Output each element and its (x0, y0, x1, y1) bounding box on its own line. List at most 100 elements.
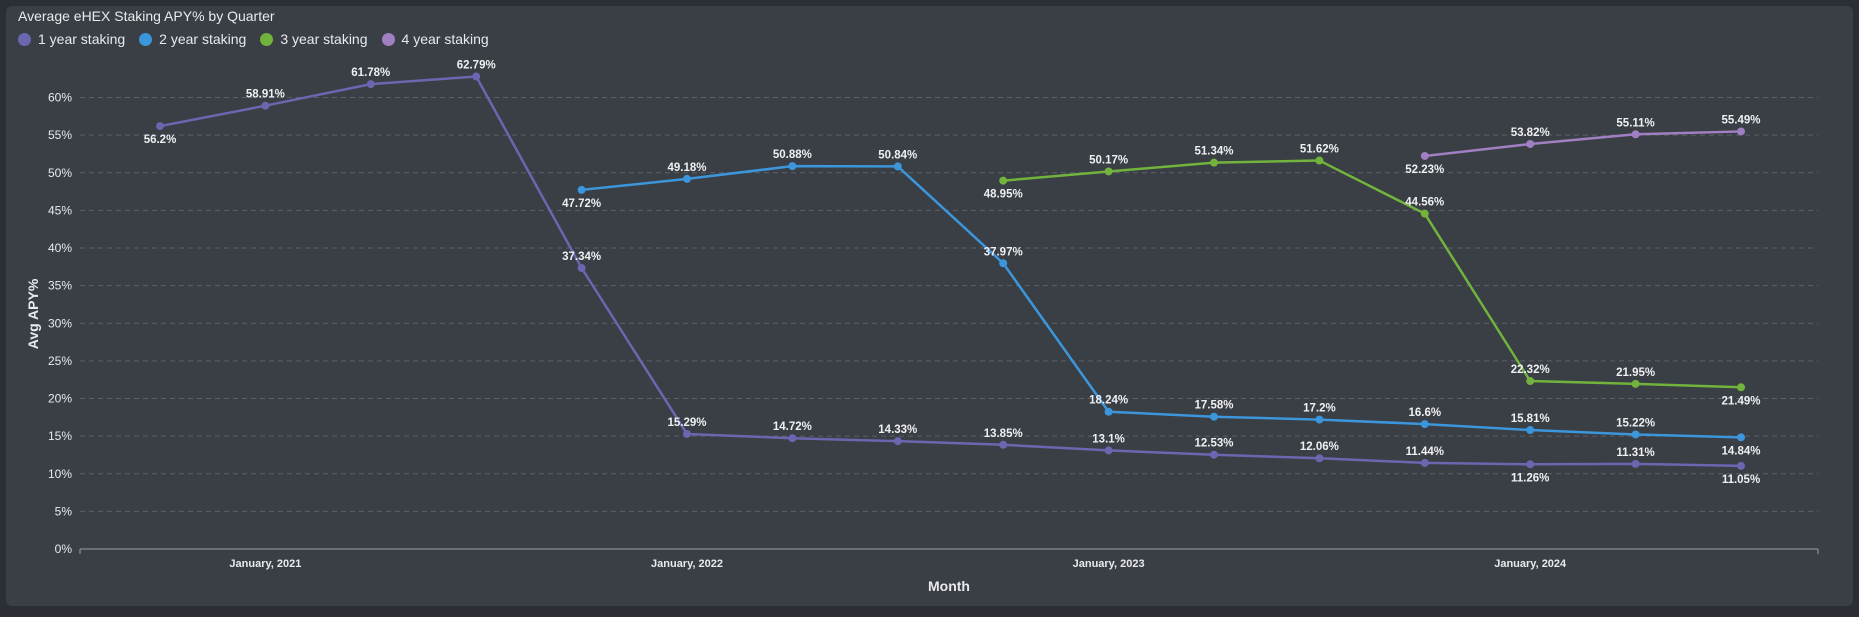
data-label: 11.26% (1511, 472, 1549, 484)
data-label: 17.2% (1303, 403, 1336, 415)
data-label: 50.17% (1089, 154, 1128, 166)
y-tick-label: 20% (48, 392, 72, 406)
data-label: 61.78% (351, 67, 390, 79)
data-point (1210, 158, 1218, 167)
data-point (1420, 420, 1429, 429)
data-label: 56.2% (144, 134, 177, 146)
data-label: 37.34% (562, 251, 601, 263)
data-point (999, 440, 1008, 449)
data-label: 15.29% (667, 417, 706, 429)
data-point (1315, 454, 1324, 463)
x-tick-label: January, 2024 (1494, 558, 1567, 570)
data-label: 55.11% (1616, 117, 1654, 129)
data-point (1526, 377, 1535, 386)
y-tick-label: 0% (55, 542, 73, 556)
data-label: 44.56% (1405, 197, 1444, 209)
data-point (683, 429, 691, 438)
series-line-2 (581, 164, 1742, 439)
data-point (366, 80, 375, 89)
data-label: 13.1% (1092, 433, 1125, 445)
data-point (1210, 450, 1218, 459)
data-label: 37.97% (984, 246, 1023, 258)
x-axis-title: Month (928, 578, 970, 594)
y-tick-label: 25% (48, 354, 72, 368)
data-point (788, 434, 797, 443)
data-point (472, 72, 481, 81)
data-point (1315, 156, 1324, 165)
y-tick-label: 5% (55, 504, 73, 518)
data-point (1737, 383, 1745, 392)
y-tick-label: 55% (48, 128, 72, 142)
data-point (1104, 407, 1113, 416)
data-point (893, 437, 902, 446)
y-tick-label: 30% (48, 316, 72, 330)
data-label: 12.06% (1300, 441, 1339, 453)
data-label: 50.88% (773, 149, 812, 161)
y-tick-label: 50% (48, 166, 72, 180)
data-point (577, 264, 586, 273)
data-label: 51.34% (1194, 146, 1233, 158)
data-point (577, 185, 586, 194)
data-label: 17.58% (1194, 400, 1233, 412)
data-label: 11.05% (1722, 474, 1760, 486)
data-point (999, 176, 1008, 185)
data-point (1420, 151, 1429, 160)
data-point (893, 162, 902, 171)
series-line-3 (1003, 159, 1742, 389)
data-label: 22.32% (1511, 364, 1550, 376)
data-point (156, 122, 164, 131)
data-point (1631, 130, 1640, 139)
x-tick-label: January, 2023 (1073, 558, 1145, 570)
data-label: 55.49% (1721, 114, 1760, 126)
data-point (1526, 460, 1535, 469)
data-point (788, 162, 797, 171)
data-point (261, 101, 270, 110)
data-label: 18.24% (1089, 395, 1128, 407)
data-label: 58.91% (246, 89, 285, 101)
data-point (999, 259, 1008, 268)
data-label: 21.49% (1721, 395, 1760, 407)
data-point (1315, 415, 1324, 424)
y-tick-label: 15% (48, 429, 72, 443)
data-point (1420, 458, 1429, 467)
y-axis-title: Avg APY% (25, 278, 41, 349)
data-label: 48.95% (984, 189, 1023, 201)
y-tick-label: 35% (48, 279, 72, 293)
data-label: 14.33% (878, 424, 917, 436)
data-point (1631, 379, 1640, 388)
data-label: 11.44% (1406, 446, 1444, 458)
data-point (1526, 426, 1535, 435)
data-point (1737, 433, 1745, 442)
data-label: 47.72% (562, 198, 601, 210)
data-label: 11.31% (1616, 447, 1654, 459)
data-label: 14.72% (773, 421, 812, 433)
y-tick-label: 45% (48, 203, 72, 217)
data-label: 49.18% (667, 162, 706, 174)
data-point (1737, 461, 1745, 470)
data-label: 62.79% (457, 60, 496, 72)
data-label: 51.62% (1300, 144, 1339, 156)
data-point (1210, 412, 1218, 421)
data-label: 16.6% (1408, 407, 1441, 419)
data-point (1526, 140, 1535, 149)
data-point (1420, 209, 1429, 218)
data-label: 21.95% (1616, 367, 1655, 379)
data-point (1737, 127, 1745, 136)
data-label: 15.22% (1616, 417, 1655, 429)
x-tick-label: January, 2022 (651, 558, 723, 570)
data-point (683, 174, 691, 183)
data-label: 52.23% (1405, 164, 1444, 176)
y-tick-label: 60% (48, 91, 72, 105)
data-point (1631, 459, 1640, 468)
y-tick-label: 40% (48, 241, 72, 255)
data-point (1631, 430, 1640, 439)
x-tick-label: January, 2021 (229, 558, 301, 570)
data-point (1104, 446, 1113, 455)
data-label: 50.84% (878, 149, 917, 161)
data-label: 53.82% (1511, 127, 1550, 139)
y-tick-label: 10% (48, 467, 72, 481)
data-label: 15.81% (1511, 413, 1550, 425)
data-label: 13.85% (984, 428, 1023, 440)
data-label: 12.53% (1194, 438, 1233, 450)
line-chart: 0% 5% 10% 15% 20% 25% 30% 35% 40% 45% 50% 55% 60% Jan… (25, 60, 1819, 594)
